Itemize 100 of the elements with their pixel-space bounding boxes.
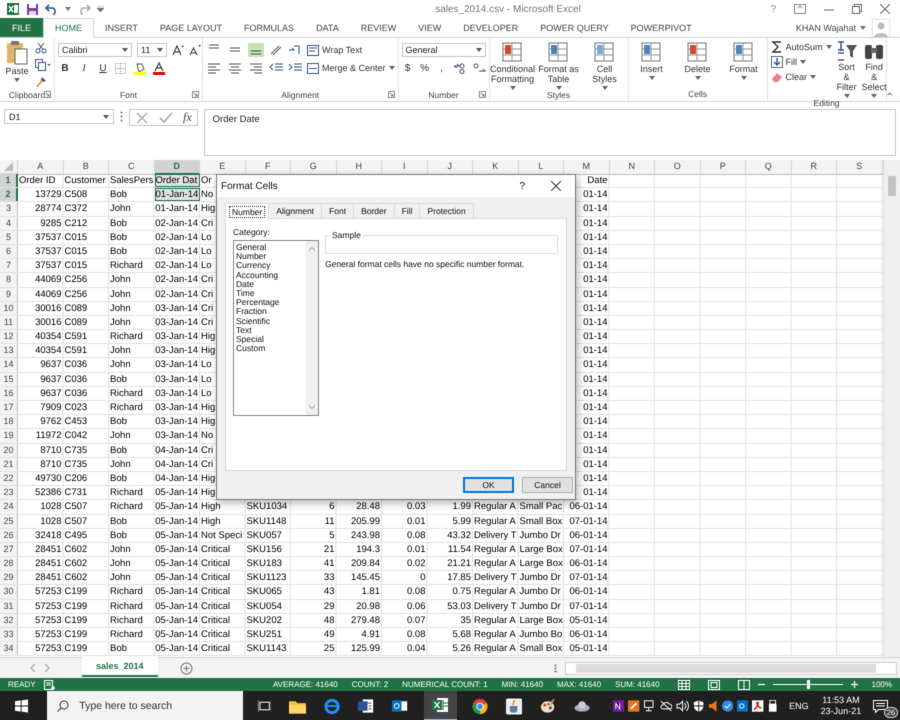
ribbon-button[interactable]: Clear	[770, 71, 832, 83]
clock-date[interactable]: 23-Jun-21	[820, 706, 862, 717]
cancel-button[interactable]: Cancel	[522, 477, 573, 493]
close-icon[interactable]	[880, 4, 890, 14]
column-header[interactable]: D	[154, 160, 200, 175]
decrease-decimal-icon[interactable]	[472, 62, 486, 74]
category-item[interactable]: Percentage	[236, 298, 304, 308]
check-icon[interactable]	[159, 110, 173, 124]
mail-icon[interactable]	[392, 698, 409, 714]
font-size-field[interactable]: 11	[137, 43, 167, 57]
ribbon-tab[interactable]: PAGE LAYOUT	[148, 18, 234, 37]
zoom-in-icon[interactable]	[850, 681, 858, 688]
circle-logo-icon[interactable]	[472, 698, 488, 714]
increase-decimal-icon[interactable]	[452, 62, 467, 74]
help-button[interactable]: ?	[770, 4, 776, 14]
ribbon-tab[interactable]: REVIEW	[350, 18, 408, 37]
search-field[interactable]: Type here to search	[47, 691, 243, 720]
row-header[interactable]: 33	[0, 628, 18, 642]
column-header[interactable]: E	[200, 160, 246, 175]
ribbon-button[interactable]: Sort & Filter	[836, 40, 858, 98]
paste-button[interactable]: Paste	[3, 40, 31, 82]
row-header[interactable]: 7	[0, 259, 18, 272]
category-item[interactable]: Special	[236, 335, 304, 344]
disc-icon[interactable]	[574, 699, 590, 713]
help-button[interactable]: ?	[519, 180, 525, 192]
fill-color-icon[interactable]	[134, 62, 148, 75]
add-sheet-icon[interactable]	[180, 662, 193, 674]
dialog-launcher-icon[interactable]	[478, 91, 486, 98]
grow-font-icon[interactable]	[172, 44, 184, 56]
category-item[interactable]: Scientific	[236, 316, 304, 326]
ok-button[interactable]: OK	[463, 477, 514, 493]
folder-icon[interactable]	[289, 698, 306, 714]
cup-icon[interactable]	[506, 698, 522, 714]
row-header[interactable]: 27	[0, 542, 18, 556]
ribbon-tab[interactable]: POWERPIVOT	[620, 18, 703, 37]
font-name-field[interactable]: Calibri	[58, 43, 132, 57]
column-header[interactable]: K	[473, 160, 518, 175]
column-header[interactable]: S	[837, 160, 882, 175]
category-item[interactable]: Number	[236, 252, 304, 262]
ribbon-tab[interactable]: VIEW	[407, 18, 452, 37]
copy-icon[interactable]	[35, 59, 51, 71]
category-item[interactable]: Accounting	[236, 270, 304, 280]
insert-function-button[interactable]: fx	[183, 110, 192, 125]
shrink-font-icon[interactable]	[189, 44, 201, 56]
formula-field[interactable]: Order Date	[204, 109, 896, 156]
sheet-tab[interactable]: sales_2014	[82, 657, 158, 677]
text-direction-icon[interactable]	[288, 44, 302, 56]
currency-button[interactable]: $	[402, 62, 414, 74]
comma-button[interactable]: ,	[436, 62, 448, 74]
column-header[interactable]: I	[382, 160, 428, 175]
row-header[interactable]: 25	[0, 514, 18, 528]
dialog-launcher-icon[interactable]	[44, 91, 51, 98]
column-header[interactable]: F	[246, 160, 291, 175]
brush-icon[interactable]	[35, 76, 47, 88]
task-view-icon[interactable]	[258, 700, 272, 712]
font-color-icon[interactable]	[153, 62, 165, 75]
page-break-icon[interactable]	[738, 680, 750, 690]
column-header[interactable]: C	[109, 160, 154, 175]
horizontal-scrollbar[interactable]	[565, 662, 897, 674]
palette-icon[interactable]	[540, 698, 556, 714]
horizontal-align-icon[interactable]	[206, 62, 222, 74]
column-header[interactable]: N	[610, 160, 655, 175]
sync-icon[interactable]	[722, 700, 733, 712]
normal-view-icon[interactable]	[678, 680, 690, 690]
dialog-launcher-icon[interactable]	[192, 91, 199, 98]
row-header[interactable]: 11	[0, 316, 18, 330]
file-tab[interactable]: FILE	[0, 18, 44, 37]
row-header[interactable]: 22	[0, 472, 18, 486]
ribbon-button[interactable]: AutoSum	[770, 41, 832, 53]
row-header[interactable]: 15	[0, 372, 18, 386]
bold-button[interactable]: B	[58, 63, 72, 74]
category-item[interactable]: Currency	[236, 261, 304, 271]
row-header[interactable]: 16	[0, 386, 18, 400]
previous-sheet-icon[interactable]	[30, 664, 36, 672]
scissors-icon[interactable]	[35, 42, 47, 54]
row-header[interactable]: 19	[0, 429, 18, 443]
ribbon-button[interactable]: Format	[722, 40, 765, 80]
column-header[interactable]: M	[564, 160, 610, 175]
underline-button[interactable]: U	[96, 63, 110, 74]
row-header[interactable]: 12	[0, 330, 18, 344]
speaker-icon[interactable]	[708, 700, 718, 712]
ribbon-tab[interactable]: HOME	[43, 18, 94, 38]
column-header[interactable]: R	[792, 160, 837, 175]
clock-time[interactable]: 11:53 AM	[822, 695, 860, 706]
row-header[interactable]: 31	[0, 600, 18, 613]
ribbon-button[interactable]: Delete	[676, 40, 719, 80]
borders-icon[interactable]	[115, 62, 129, 74]
row-header[interactable]: 1	[0, 174, 18, 188]
windows-start-icon[interactable]	[15, 699, 28, 713]
percent-button[interactable]: %	[418, 62, 431, 74]
ribbon-button[interactable]: Format as Table	[538, 40, 580, 90]
volume-icon[interactable]	[676, 700, 689, 712]
category-item[interactable]: Text	[236, 326, 304, 336]
row-header[interactable]: 26	[0, 528, 18, 542]
network-icon[interactable]	[644, 700, 656, 712]
dialog-tab[interactable]: Number	[225, 203, 270, 219]
ribbon-display-icon[interactable]	[794, 4, 806, 14]
row-header[interactable]: 14	[0, 358, 18, 372]
name-box[interactable]: D1	[4, 109, 114, 124]
row-header[interactable]: 32	[0, 614, 18, 627]
